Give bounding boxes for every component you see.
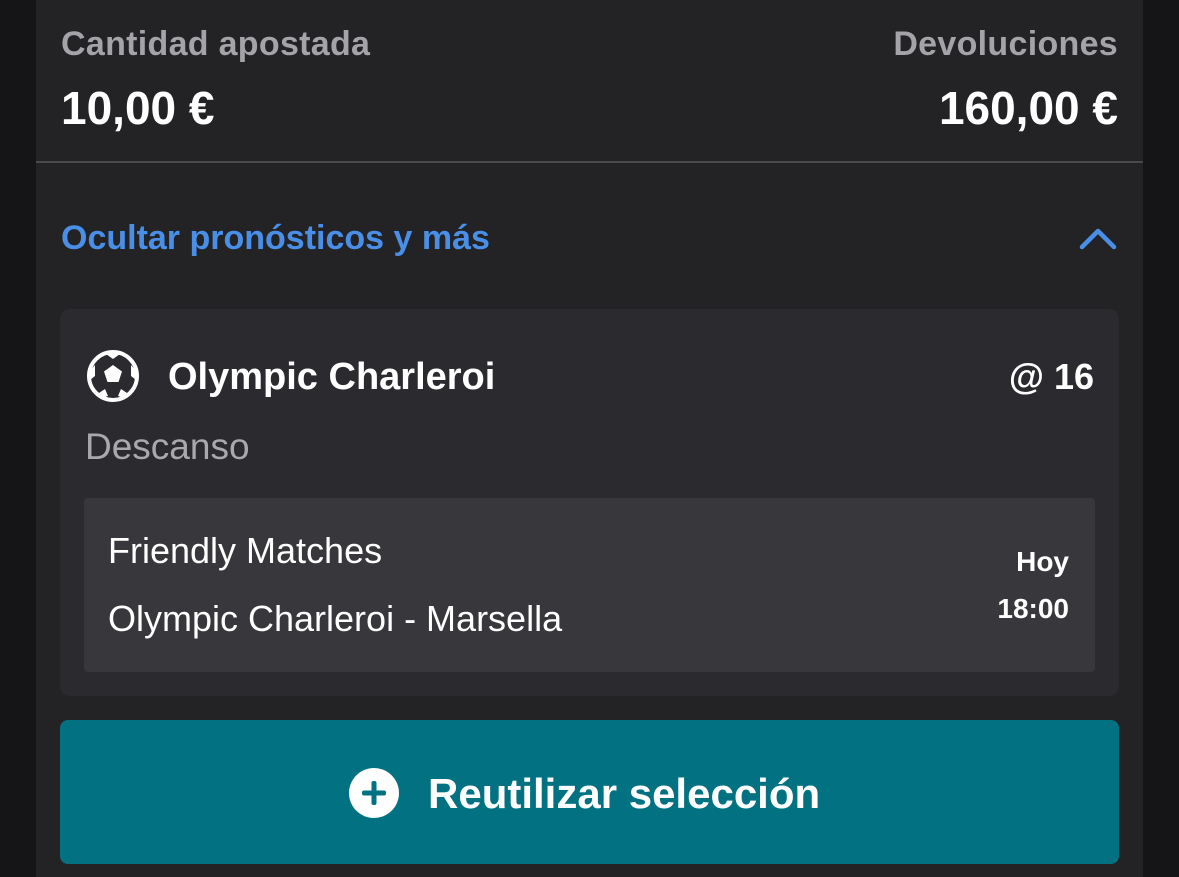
stake-summary: Cantidad apostada 10,00 € Devoluciones 1…: [36, 0, 1143, 162]
selection-card: Olympic Charleroi @ 16 Descanso Friendly…: [60, 309, 1119, 696]
returns-column: Devoluciones 160,00 €: [893, 22, 1118, 138]
event-day: Hoy: [1016, 546, 1069, 577]
hide-predictions-label[interactable]: Ocultar pronósticos y más: [61, 216, 490, 260]
chevron-up-icon[interactable]: [1078, 222, 1118, 252]
stake-amount: 10,00 €: [61, 82, 215, 134]
returns-label: Devoluciones: [893, 25, 1118, 63]
event-info: Friendly Matches Olympic Charleroi - Mar…: [84, 498, 1095, 672]
divider: [36, 161, 1143, 163]
reuse-selection-button[interactable]: Reutilizar selección: [60, 720, 1119, 864]
fixture-name: Olympic Charleroi - Marsella: [108, 598, 563, 639]
stake-column: Cantidad apostada 10,00 €: [61, 22, 370, 138]
stake-label: Cantidad apostada: [61, 25, 371, 63]
selection-odds: @ 16: [1008, 356, 1094, 397]
bet-detail-panel: Cantidad apostada 10,00 € Devoluciones 1…: [36, 0, 1143, 877]
soccer-ball-icon: [87, 350, 139, 402]
event-time: 18:00: [997, 593, 1069, 624]
plus-circle-icon[interactable]: [348, 767, 400, 819]
returns-amount: 160,00 €: [938, 82, 1118, 134]
hide-predictions-toggle[interactable]: Ocultar pronósticos y más: [61, 208, 1118, 268]
selection-name: Olympic Charleroi: [168, 356, 496, 398]
market-name: Descanso: [85, 426, 250, 467]
competition-name: Friendly Matches: [108, 530, 383, 571]
reuse-selection-label[interactable]: Reutilizar selección: [428, 767, 820, 821]
